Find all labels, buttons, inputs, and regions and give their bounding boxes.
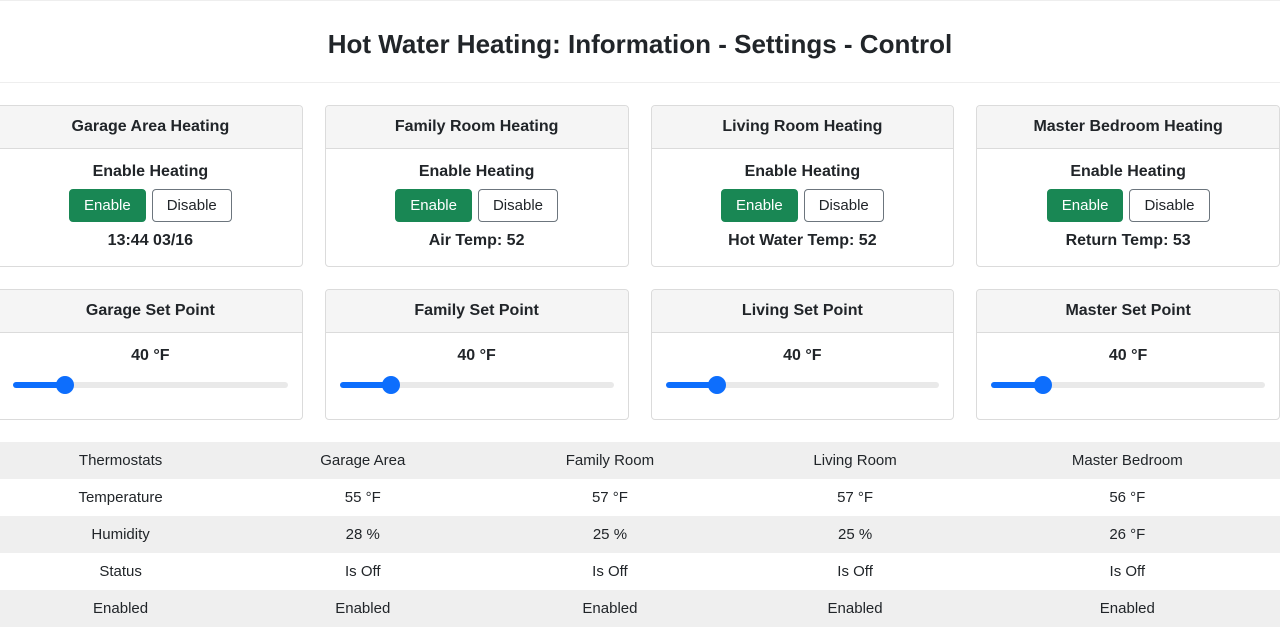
card-header: Garage Set Point <box>0 290 302 333</box>
card-family-heating: Family Room Heating Enable Heating Enabl… <box>325 105 629 267</box>
table-row: Status Is Off Is Off Is Off Is Off <box>0 553 1280 590</box>
enable-toggle-group: Enable Disable <box>721 189 884 222</box>
info-line: 13:44 03/16 <box>9 232 292 250</box>
disable-button[interactable]: Disable <box>152 189 232 222</box>
card-header: Living Room Heating <box>652 106 954 149</box>
table-header-row: Thermostats Garage Area Family Room Livi… <box>0 442 1280 479</box>
setpoint-slider[interactable] <box>991 382 1265 388</box>
card-header: Family Set Point <box>326 290 628 333</box>
cell: 55 °F <box>241 479 484 516</box>
setpoint-value: 40 °F <box>662 347 944 365</box>
setpoint-slider[interactable] <box>13 382 288 388</box>
enable-toggle-group: Enable Disable <box>1047 189 1210 222</box>
card-master-heating: Master Bedroom Heating Enable Heating En… <box>976 105 1280 267</box>
setpoint-cards-row: Garage Set Point 40 °F Family Set Point … <box>0 289 1280 442</box>
enable-button[interactable]: Enable <box>69 189 146 222</box>
cell: Enabled <box>736 590 975 627</box>
cell: 26 °F <box>975 516 1280 553</box>
enable-toggle-group: Enable Disable <box>69 189 232 222</box>
table-header-cell: Thermostats <box>0 442 241 479</box>
card-header: Family Room Heating <box>326 106 628 149</box>
enable-heating-label: Enable Heating <box>9 163 292 181</box>
cell: Enabled <box>241 590 484 627</box>
enable-button[interactable]: Enable <box>1047 189 1124 222</box>
cell: 25 % <box>736 516 975 553</box>
table-header-cell: Master Bedroom <box>975 442 1280 479</box>
info-line: Return Temp: 53 <box>987 232 1269 250</box>
cell: Enabled <box>484 590 735 627</box>
card-header: Garage Area Heating <box>0 106 302 149</box>
row-label: Humidity <box>0 516 241 553</box>
row-label: Enabled <box>0 590 241 627</box>
cell: Is Off <box>736 553 975 590</box>
cell: Is Off <box>241 553 484 590</box>
disable-button[interactable]: Disable <box>1129 189 1209 222</box>
info-line: Hot Water Temp: 52 <box>662 232 944 250</box>
enable-toggle-group: Enable Disable <box>395 189 558 222</box>
enable-heating-label: Enable Heating <box>662 163 944 181</box>
cell: 57 °F <box>484 479 735 516</box>
table-row: Enabled Enabled Enabled Enabled Enabled <box>0 590 1280 627</box>
thermostat-table: Thermostats Garage Area Family Room Livi… <box>0 442 1280 627</box>
row-label: Temperature <box>0 479 241 516</box>
card-header: Master Set Point <box>977 290 1279 333</box>
row-label: Status <box>0 553 241 590</box>
card-header: Living Set Point <box>652 290 954 333</box>
cell: Is Off <box>975 553 1280 590</box>
setpoint-slider[interactable] <box>666 382 940 388</box>
setpoint-value: 40 °F <box>987 347 1269 365</box>
card-header: Master Bedroom Heating <box>977 106 1279 149</box>
enable-heating-label: Enable Heating <box>336 163 618 181</box>
table-row: Humidity 28 % 25 % 25 % 26 °F <box>0 516 1280 553</box>
enable-button[interactable]: Enable <box>721 189 798 222</box>
heating-cards-row: Garage Area Heating Enable Heating Enabl… <box>0 83 1280 289</box>
table-header-cell: Family Room <box>484 442 735 479</box>
card-living-setpoint: Living Set Point 40 °F <box>651 289 955 420</box>
setpoint-value: 40 °F <box>336 347 618 365</box>
table-header-cell: Garage Area <box>241 442 484 479</box>
card-living-heating: Living Room Heating Enable Heating Enabl… <box>651 105 955 267</box>
info-line: Air Temp: 52 <box>336 232 618 250</box>
enable-button[interactable]: Enable <box>395 189 472 222</box>
page-title: Hot Water Heating: Information - Setting… <box>0 0 1280 83</box>
cell: 57 °F <box>736 479 975 516</box>
setpoint-value: 40 °F <box>9 347 292 365</box>
disable-button[interactable]: Disable <box>478 189 558 222</box>
card-family-setpoint: Family Set Point 40 °F <box>325 289 629 420</box>
card-master-setpoint: Master Set Point 40 °F <box>976 289 1280 420</box>
cell: Enabled <box>975 590 1280 627</box>
table-row: Temperature 55 °F 57 °F 57 °F 56 °F <box>0 479 1280 516</box>
card-garage-heating: Garage Area Heating Enable Heating Enabl… <box>0 105 303 267</box>
cell: 25 % <box>484 516 735 553</box>
disable-button[interactable]: Disable <box>804 189 884 222</box>
card-garage-setpoint: Garage Set Point 40 °F <box>0 289 303 420</box>
enable-heating-label: Enable Heating <box>987 163 1269 181</box>
cell: 28 % <box>241 516 484 553</box>
setpoint-slider[interactable] <box>340 382 614 388</box>
table-header-cell: Living Room <box>736 442 975 479</box>
cell: 56 °F <box>975 479 1280 516</box>
cell: Is Off <box>484 553 735 590</box>
